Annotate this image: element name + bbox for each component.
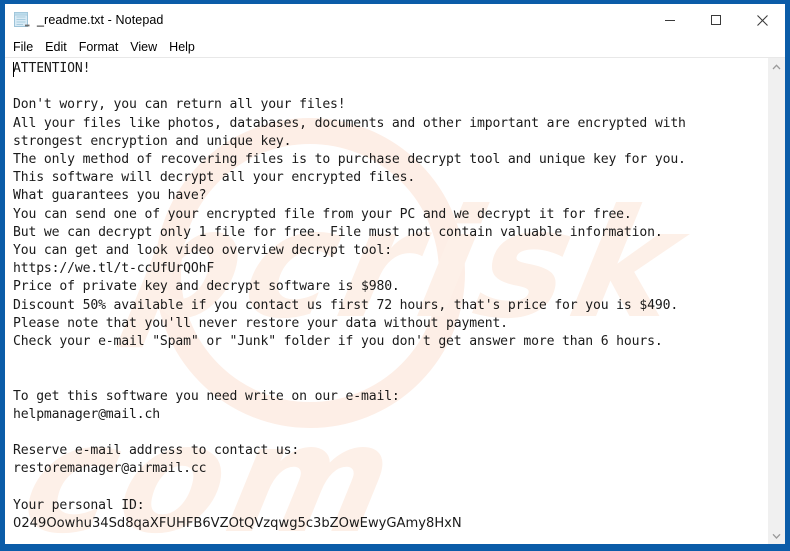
document-line: The only method of recovering files is t… bbox=[13, 152, 686, 168]
document-line: restoremanager@airmail.cc bbox=[13, 461, 207, 477]
menu-bar: File Edit Format View Help bbox=[5, 36, 785, 57]
chevron-up-icon bbox=[772, 63, 781, 69]
menu-item-format[interactable]: Format bbox=[79, 40, 119, 54]
scrollbar-track[interactable] bbox=[768, 75, 785, 527]
document-line: helpmanager@mail.ch bbox=[13, 406, 160, 422]
maximize-button[interactable] bbox=[693, 4, 739, 36]
document-line: But we can decrypt only 1 file for free.… bbox=[13, 224, 663, 240]
scroll-down-button[interactable] bbox=[768, 527, 785, 544]
vertical-scrollbar[interactable] bbox=[767, 58, 785, 544]
minimize-icon bbox=[665, 20, 675, 21]
menu-item-view[interactable]: View bbox=[130, 40, 157, 54]
notepad-icon bbox=[11, 10, 31, 30]
maximize-icon bbox=[711, 15, 721, 25]
document-line: To get this software you need write on o… bbox=[13, 388, 400, 404]
document-line: What guarantees you have? bbox=[13, 188, 207, 204]
document-line: Don't worry, you can return all your fil… bbox=[13, 97, 346, 113]
menu-item-edit[interactable]: Edit bbox=[45, 40, 67, 54]
document-line: 0249Oowhu34Sd8qaXFUHFB6VZOtQVzqwg5c3bZOw… bbox=[13, 516, 462, 532]
document-line: ATTENTION! bbox=[13, 61, 91, 76]
notepad-window: _readme.txt - Notepad File Edit Format V… bbox=[0, 0, 790, 551]
chevron-down-icon bbox=[772, 533, 781, 539]
document-line: https://we.tl/t-ccUfUrQOhF bbox=[13, 261, 215, 277]
document-line: Your personal ID: bbox=[13, 497, 145, 513]
document-line: You can send one of your encrypted file … bbox=[13, 206, 632, 222]
window-controls bbox=[647, 4, 785, 36]
menu-item-file[interactable]: File bbox=[13, 40, 33, 54]
scroll-up-button[interactable] bbox=[768, 58, 785, 75]
document-line: strongest encryption and unique key. bbox=[13, 133, 292, 149]
document-line: Reserve e-mail address to contact us: bbox=[13, 443, 300, 459]
title-bar[interactable]: _readme.txt - Notepad bbox=[5, 4, 785, 36]
document-line: Price of private key and decrypt softwar… bbox=[13, 279, 400, 295]
document-line: Discount 50% available if you contact us… bbox=[13, 297, 679, 313]
minimize-button[interactable] bbox=[647, 4, 693, 36]
window-title: _readme.txt - Notepad bbox=[37, 13, 164, 27]
text-editor[interactable]: ATTENTION! Don't worry, you can return a… bbox=[5, 58, 767, 544]
editor-area: pcrisk .com ATTENTION! Don't worry, you … bbox=[5, 57, 785, 544]
document-line: Check your e-mail "Spam" or "Junk" folde… bbox=[13, 334, 663, 350]
menu-item-help[interactable]: Help bbox=[169, 40, 195, 54]
document-line: All your files like photos, databases, d… bbox=[13, 115, 686, 131]
document-line: This software will decrypt all your encr… bbox=[13, 170, 416, 186]
document-line: Please note that you'll never restore yo… bbox=[13, 315, 508, 331]
close-button[interactable] bbox=[739, 4, 785, 36]
text-caret bbox=[13, 62, 14, 77]
close-icon bbox=[756, 14, 768, 26]
document-line: You can get and look video overview decr… bbox=[13, 243, 392, 259]
